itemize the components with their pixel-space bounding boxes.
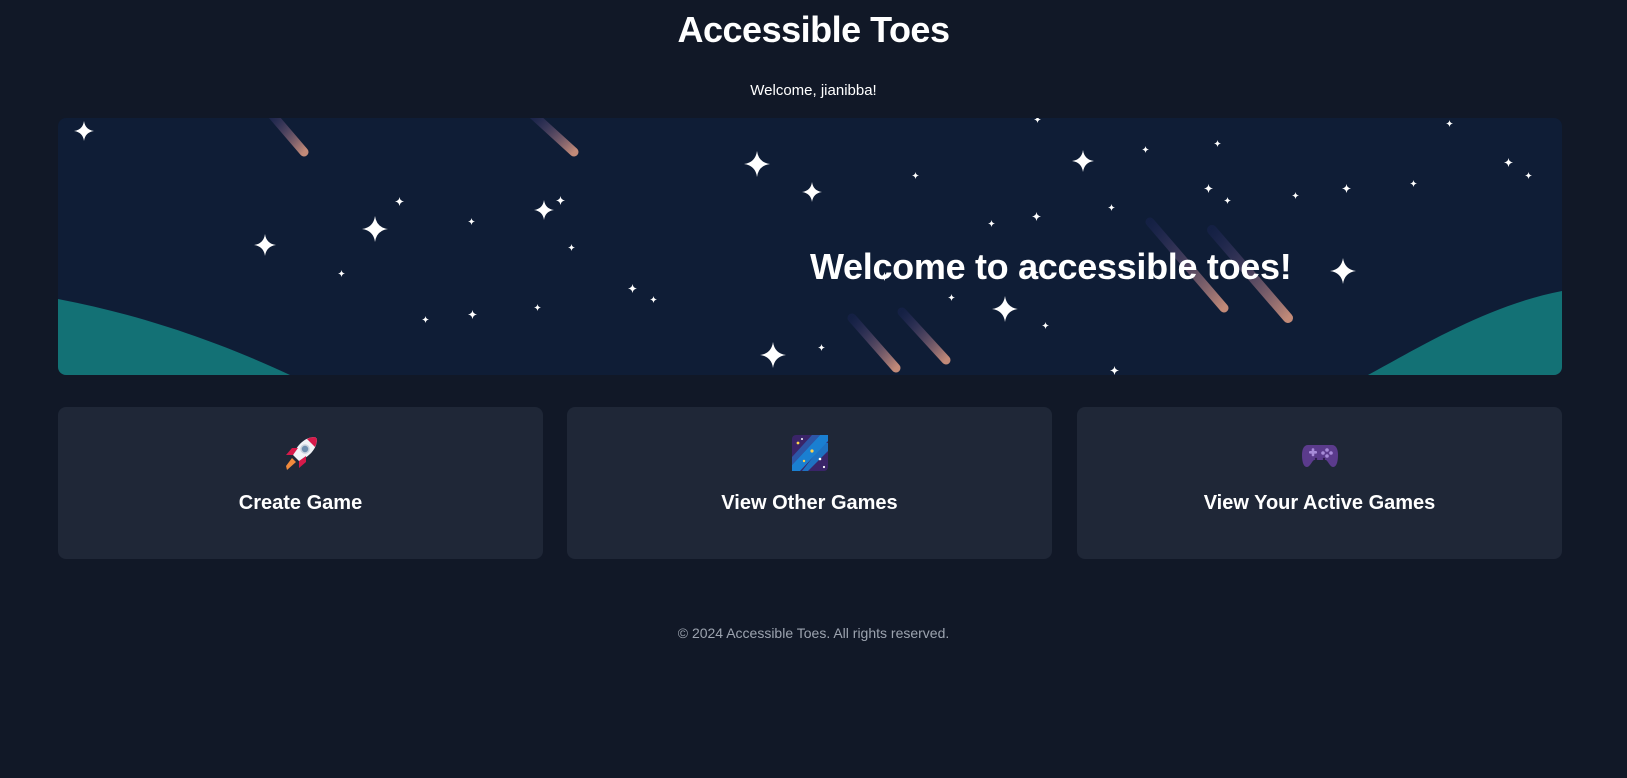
hill-right [1368, 291, 1562, 375]
create-game-card[interactable]: Create Game [58, 407, 543, 559]
view-your-active-games-label: View Your Active Games [1203, 492, 1436, 514]
hill-left [58, 299, 290, 375]
rocket-icon [58, 433, 543, 473]
hero-heading: Welcome to accessible toes! [810, 246, 1292, 287]
view-your-active-games-card[interactable]: View Your Active Games [1077, 407, 1562, 559]
hero-banner: Welcome to accessible toes! [58, 118, 1562, 375]
footer-copyright: © 2024 Accessible Toes. All rights reser… [677, 625, 950, 641]
view-other-games-label: View Other Games [721, 492, 898, 514]
milky-way-icon [567, 433, 1052, 473]
app-title: Accessible Toes [677, 9, 950, 50]
meteors [268, 118, 1293, 373]
game-controller-icon [1077, 433, 1562, 473]
welcome-message: Welcome, jianibba! [750, 82, 877, 99]
create-game-label: Create Game [238, 492, 363, 514]
view-other-games-card[interactable]: View Other Games [567, 407, 1052, 559]
